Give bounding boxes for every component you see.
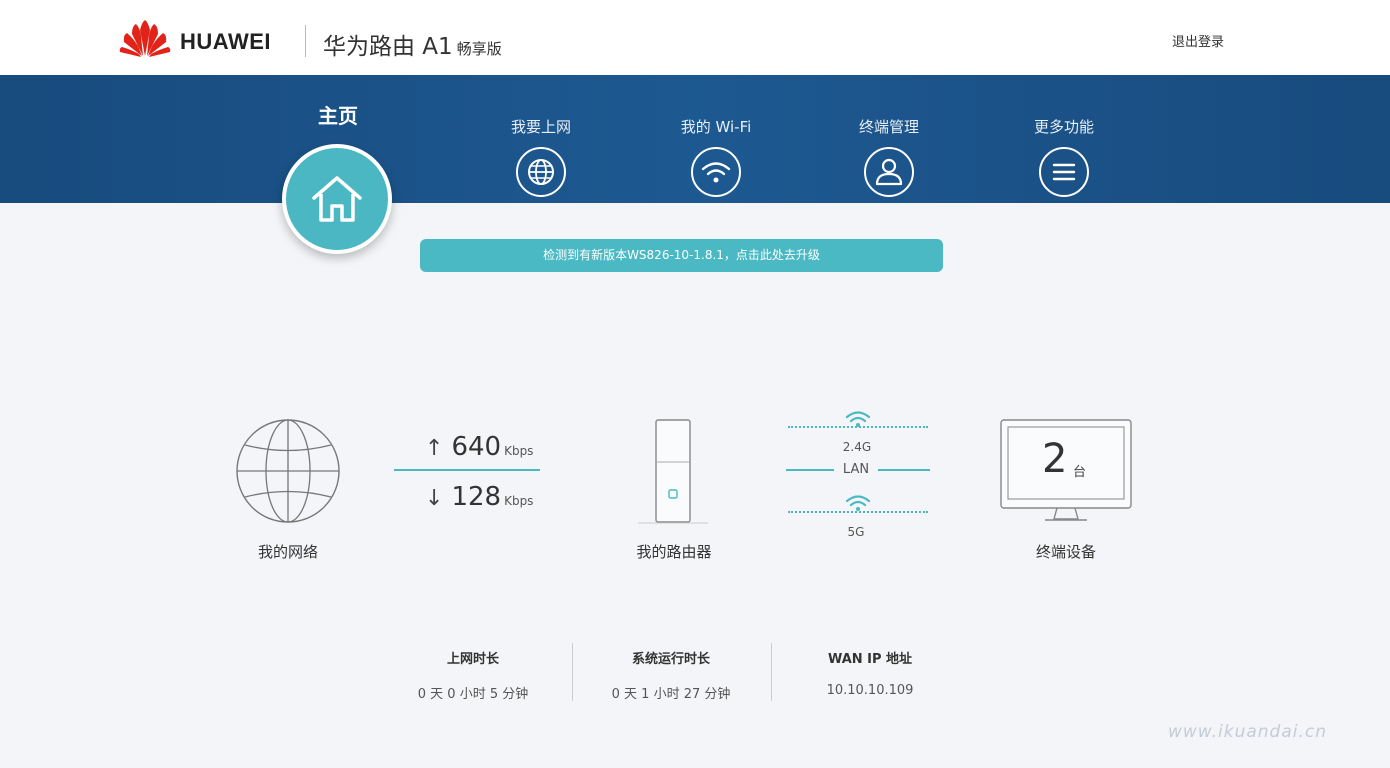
band-24g-line: [788, 426, 928, 428]
nav-more-label: 更多功能: [1033, 118, 1094, 136]
header-divider: [305, 25, 306, 57]
info-value: 10.10.10.109: [826, 683, 914, 698]
download-unit: Kbps: [504, 494, 534, 508]
top-header: HUAWEI 华为路由 A1 畅享版 退出登录: [0, 0, 1390, 75]
devices-count: 2: [1042, 436, 1068, 482]
my-router-label[interactable]: 我的路由器: [622, 541, 726, 562]
product-title: 华为路由 A1 畅享版: [323, 27, 502, 61]
network-globe-icon[interactable]: [235, 418, 341, 524]
globe-icon: [516, 147, 566, 197]
upload-unit: Kbps: [504, 444, 534, 458]
firmware-update-banner[interactable]: 检测到有新版本WS826-10-1.8.1，点击此处去升级: [420, 239, 943, 272]
product-name: 华为路由 A1: [323, 34, 453, 60]
nav-home-button[interactable]: [282, 144, 392, 254]
huawei-logo-icon: [119, 20, 171, 57]
brand-name: HUAWEI: [180, 29, 271, 54]
band-5g-line: [788, 511, 928, 513]
watermark-text: www.ikuandai.cn: [1168, 722, 1328, 742]
home-icon: [312, 176, 362, 222]
upload-speed: ↑ 640 Kbps: [425, 432, 533, 462]
info-value: 0 天 0 小时 5 分钟: [417, 687, 529, 702]
speed-divider: [394, 469, 540, 471]
band-lan-label: LAN: [842, 462, 870, 477]
info-online-duration: 上网时长 0 天 0 小时 5 分钟: [373, 648, 573, 702]
download-value: 128: [451, 482, 502, 512]
router-device-icon[interactable]: [636, 418, 710, 526]
nav-internet[interactable]: 我要上网: [481, 116, 601, 198]
nav-home-label: 主页: [318, 104, 358, 128]
terminal-devices-label[interactable]: 终端设备: [1016, 541, 1116, 562]
download-speed: ↓ 128 Kbps: [425, 482, 533, 512]
lan-line-right: [878, 469, 930, 471]
nav-wifi[interactable]: 我的 Wi-Fi: [656, 116, 776, 198]
nav-devices[interactable]: 终端管理: [829, 116, 949, 198]
info-title: 系统运行时长: [631, 652, 710, 667]
info-title: 上网时长: [446, 652, 499, 667]
info-wan-ip: WAN IP 地址 10.10.10.109: [770, 648, 970, 698]
info-title: WAN IP 地址: [827, 652, 913, 667]
product-edition: 畅享版: [456, 40, 502, 58]
upload-value: 640: [451, 432, 502, 462]
nav-devices-label: 终端管理: [858, 118, 919, 136]
user-icon: [864, 147, 914, 197]
wifi-icon: [691, 147, 741, 197]
menu-icon: [1039, 147, 1089, 197]
logout-link[interactable]: 退出登录: [1172, 31, 1224, 50]
nav-more[interactable]: 更多功能: [1004, 116, 1124, 198]
nav-internet-label: 我要上网: [510, 118, 571, 136]
wifi-5g-icon: [845, 495, 871, 511]
info-system-uptime: 系统运行时长 0 天 1 小时 27 分钟: [571, 648, 771, 702]
arrow-down-icon: ↓: [425, 486, 444, 511]
devices-unit: 台: [1073, 465, 1087, 480]
nav-wifi-label: 我的 Wi-Fi: [680, 118, 752, 136]
arrow-up-icon: ↑: [425, 436, 444, 461]
band-24g-label: 2.4G: [842, 440, 872, 454]
band-5g-label: 5G: [847, 525, 865, 539]
info-value: 0 天 1 小时 27 分钟: [611, 687, 731, 702]
my-network-label[interactable]: 我的网络: [238, 541, 338, 562]
